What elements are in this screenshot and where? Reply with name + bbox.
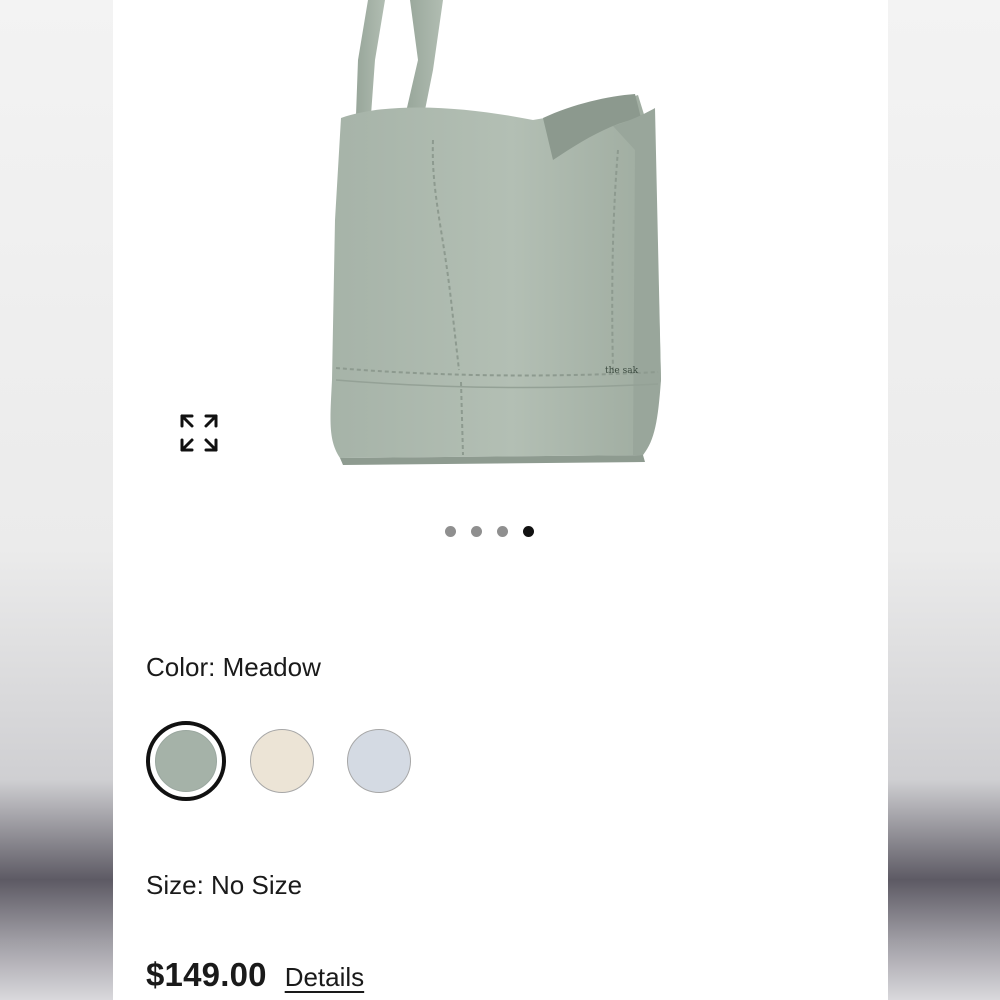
price: $149.00 bbox=[146, 956, 267, 993]
swatch-meadow[interactable] bbox=[146, 721, 226, 801]
expand-arrows-icon bbox=[180, 414, 218, 452]
size-label: Size: No Size bbox=[146, 870, 303, 900]
carousel-pagination bbox=[445, 524, 534, 538]
price-row: $149.00 Details bbox=[146, 956, 364, 994]
carousel-dot-active[interactable] bbox=[523, 525, 534, 537]
expand-image-button[interactable] bbox=[177, 411, 227, 461]
swatch-fill bbox=[155, 730, 217, 792]
color-label: Color: Meadow bbox=[146, 652, 321, 682]
swatch-cream[interactable] bbox=[250, 729, 314, 793]
product-panel: the sak Color: Meadow Size: No Size $149… bbox=[113, 0, 888, 1000]
carousel-dot[interactable] bbox=[497, 525, 508, 537]
brand-logo: the sak bbox=[605, 366, 639, 376]
carousel-dot[interactable] bbox=[471, 525, 482, 537]
product-image: the sak bbox=[330, 0, 661, 465]
carousel-dot[interactable] bbox=[445, 525, 456, 537]
swatch-light-blue[interactable] bbox=[347, 729, 411, 793]
details-link[interactable]: Details bbox=[285, 962, 364, 993]
product-image-carousel[interactable]: the sak bbox=[113, 0, 888, 505]
